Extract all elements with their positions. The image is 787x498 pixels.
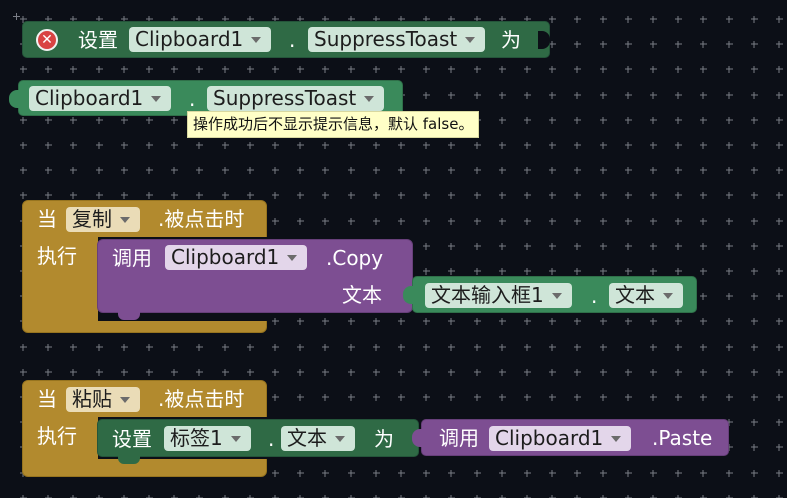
output-plug	[403, 286, 415, 304]
call-paste-block[interactable]: 调用 Clipboard1 .Paste	[412, 419, 729, 456]
arg-label: 文本	[342, 283, 382, 307]
component-dropdown[interactable]: Clipboard1	[489, 426, 632, 451]
output-plug	[9, 90, 21, 108]
dot-separator: .	[268, 427, 275, 451]
call-keyword: 调用	[112, 246, 152, 270]
get-textbox-text-block[interactable]: 文本输入框1 . 文本	[403, 276, 697, 313]
next-connector	[118, 456, 140, 464]
dot-separator: .	[591, 284, 598, 308]
event-name: .被点击时	[158, 207, 245, 231]
component-dropdown[interactable]: 文本输入框1	[425, 283, 572, 308]
property-dropdown[interactable]: 文本	[609, 283, 683, 308]
event-name: .被点击时	[158, 387, 245, 411]
component-dropdown[interactable]: 粘贴	[66, 387, 140, 412]
property-dropdown[interactable]: SuppressToast	[207, 86, 385, 111]
method-name: .Copy	[326, 246, 384, 270]
set-keyword: 设置	[112, 427, 152, 451]
set-suppresstoast-block[interactable]: ✕ 设置 Clipboard1 . SuppressToast 为	[22, 21, 550, 58]
call-copy-block[interactable]: 调用 Clipboard1 .Copy 文本	[97, 239, 413, 320]
component-dropdown[interactable]: Clipboard1	[165, 245, 308, 270]
property-dropdown[interactable]: SuppressToast	[308, 27, 486, 52]
do-keyword: 执行	[37, 424, 77, 448]
do-keyword: 执行	[37, 244, 77, 268]
error-x-icon[interactable]: ✕	[36, 29, 58, 51]
component-dropdown[interactable]: Clipboard1	[129, 27, 272, 52]
set-keyword: 设置	[78, 28, 118, 52]
call-keyword: 调用	[439, 426, 479, 450]
component-dropdown[interactable]: 复制	[66, 207, 140, 232]
when-keyword: 当	[37, 387, 57, 411]
component-dropdown[interactable]: 标签1	[164, 426, 251, 451]
to-keyword: 为	[501, 28, 521, 52]
dot-separator: .	[289, 28, 296, 52]
to-keyword: 为	[374, 427, 394, 451]
set-label-text-block[interactable]: 设置 标签1 . 文本 为	[97, 419, 419, 464]
property-dropdown[interactable]: 文本	[281, 426, 355, 451]
tooltip: 操作成功后不显示提示信息，默认 false。	[187, 111, 480, 138]
component-dropdown[interactable]: Clipboard1	[29, 86, 172, 111]
input-socket	[538, 31, 550, 49]
when-keyword: 当	[37, 207, 57, 231]
method-name: .Paste	[652, 426, 713, 450]
dot-separator: .	[189, 87, 196, 111]
output-plug	[412, 429, 424, 447]
next-connector	[118, 312, 140, 320]
